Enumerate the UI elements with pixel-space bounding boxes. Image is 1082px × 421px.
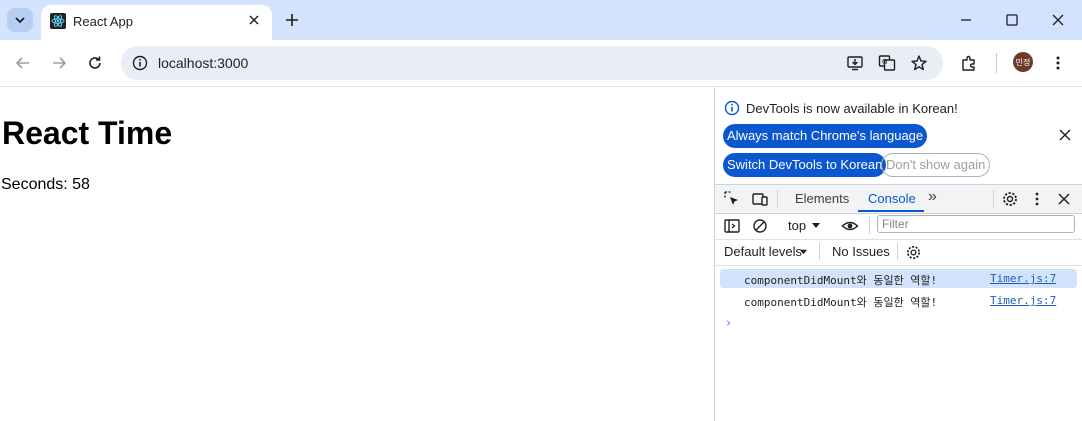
sidebar-toggle-icon[interactable] — [723, 217, 741, 235]
active-tab-indicator — [858, 210, 924, 212]
console-filter-input[interactable]: Filter — [877, 215, 1075, 233]
toolbar-separator — [996, 53, 997, 73]
close-tab-icon[interactable] — [246, 12, 262, 28]
seconds-counter: Seconds: 58 — [1, 176, 90, 193]
console-toolbar: top Filter — [715, 213, 1082, 240]
toolbar-separator — [819, 243, 820, 260]
page-heading: React Time — [2, 115, 173, 151]
info-icon — [724, 100, 740, 116]
toolbar-separator — [897, 243, 898, 260]
tab-separator — [777, 190, 778, 208]
translate-icon[interactable]: G — [878, 54, 896, 72]
infobar-message: DevTools is now available in Korean! — [746, 101, 958, 116]
devtools-panel: DevTools is now available in Korean! Alw… — [714, 87, 1082, 421]
close-infobar-icon[interactable] — [1058, 128, 1072, 142]
settings-gear-icon[interactable] — [1001, 190, 1019, 208]
install-app-icon[interactable] — [846, 54, 864, 72]
log-message: componentDidMount와 동일한 역할! — [744, 274, 938, 287]
always-match-language-button[interactable]: Always match Chrome's language — [723, 124, 928, 148]
profile-initials: 민정 — [1015, 57, 1031, 67]
log-source-link[interactable]: Timer.js:7 — [990, 294, 1056, 307]
react-favicon-icon — [50, 13, 66, 29]
dont-show-again-button[interactable]: Don't show again — [881, 153, 991, 177]
context-dropdown-icon[interactable] — [811, 221, 821, 231]
live-expression-eye-icon[interactable] — [841, 217, 859, 235]
chevron-down-icon — [15, 17, 25, 24]
minimize-icon[interactable] — [958, 12, 974, 28]
console-log-row[interactable]: componentDidMount와 동일한 역할! Timer.js:7 — [720, 269, 1077, 288]
tab-strip: React App — [0, 0, 1082, 40]
issues-counter[interactable]: No Issues — [832, 244, 890, 259]
url-text[interactable]: localhost:3000 — [158, 55, 248, 71]
close-window-icon[interactable] — [1050, 12, 1066, 28]
tab-separator — [993, 190, 994, 208]
console-settings-gear-icon[interactable] — [905, 244, 922, 261]
more-menu-icon[interactable] — [1049, 54, 1067, 72]
tab-title: React App — [73, 14, 133, 29]
toolbar-separator — [869, 217, 870, 234]
context-selector[interactable]: top — [788, 218, 806, 233]
page-viewport: React Time Seconds: 58 — [0, 87, 714, 421]
levels-dropdown-icon[interactable] — [799, 248, 808, 257]
console-levels-bar: Default levels No Issues — [715, 240, 1082, 266]
browser-toolbar: localhost:3000 G 민정 — [0, 40, 1082, 87]
site-info-icon[interactable] — [132, 55, 148, 71]
log-source-link[interactable]: Timer.js:7 — [990, 272, 1056, 285]
device-toolbar-icon[interactable] — [751, 190, 769, 208]
new-tab-icon[interactable] — [283, 11, 301, 29]
reload-icon[interactable] — [86, 54, 104, 72]
devtools-menu-icon[interactable] — [1028, 190, 1046, 208]
console-prompt[interactable]: › — [726, 316, 731, 331]
tab-elements[interactable]: Elements — [795, 191, 849, 206]
svg-text:G: G — [882, 58, 887, 66]
switch-to-korean-button[interactable]: Switch DevTools to Korean — [723, 153, 887, 177]
forward-arrow-icon[interactable] — [50, 54, 68, 72]
inspect-element-icon[interactable] — [723, 190, 741, 208]
close-devtools-icon[interactable] — [1055, 190, 1073, 208]
address-bar[interactable]: localhost:3000 G — [121, 46, 943, 80]
console-log-row[interactable]: componentDidMount와 동일한 역할! Timer.js:7 — [720, 291, 1077, 310]
default-levels-dropdown[interactable]: Default levels — [724, 244, 802, 259]
bookmark-star-icon[interactable] — [910, 54, 928, 72]
back-arrow-icon[interactable] — [14, 54, 32, 72]
devtools-tabbar: Elements Console » — [715, 184, 1082, 214]
log-message: componentDidMount와 동일한 역할! — [744, 296, 938, 309]
extensions-icon[interactable] — [960, 54, 978, 72]
profile-avatar[interactable]: 민정 — [1013, 52, 1033, 72]
more-tabs-button[interactable]: » — [928, 188, 937, 206]
maximize-icon[interactable] — [1004, 12, 1020, 28]
browser-tab[interactable]: React App — [41, 5, 272, 40]
clear-console-icon[interactable] — [751, 217, 769, 235]
tab-console[interactable]: Console — [868, 191, 916, 206]
tab-search-button[interactable] — [7, 8, 33, 32]
